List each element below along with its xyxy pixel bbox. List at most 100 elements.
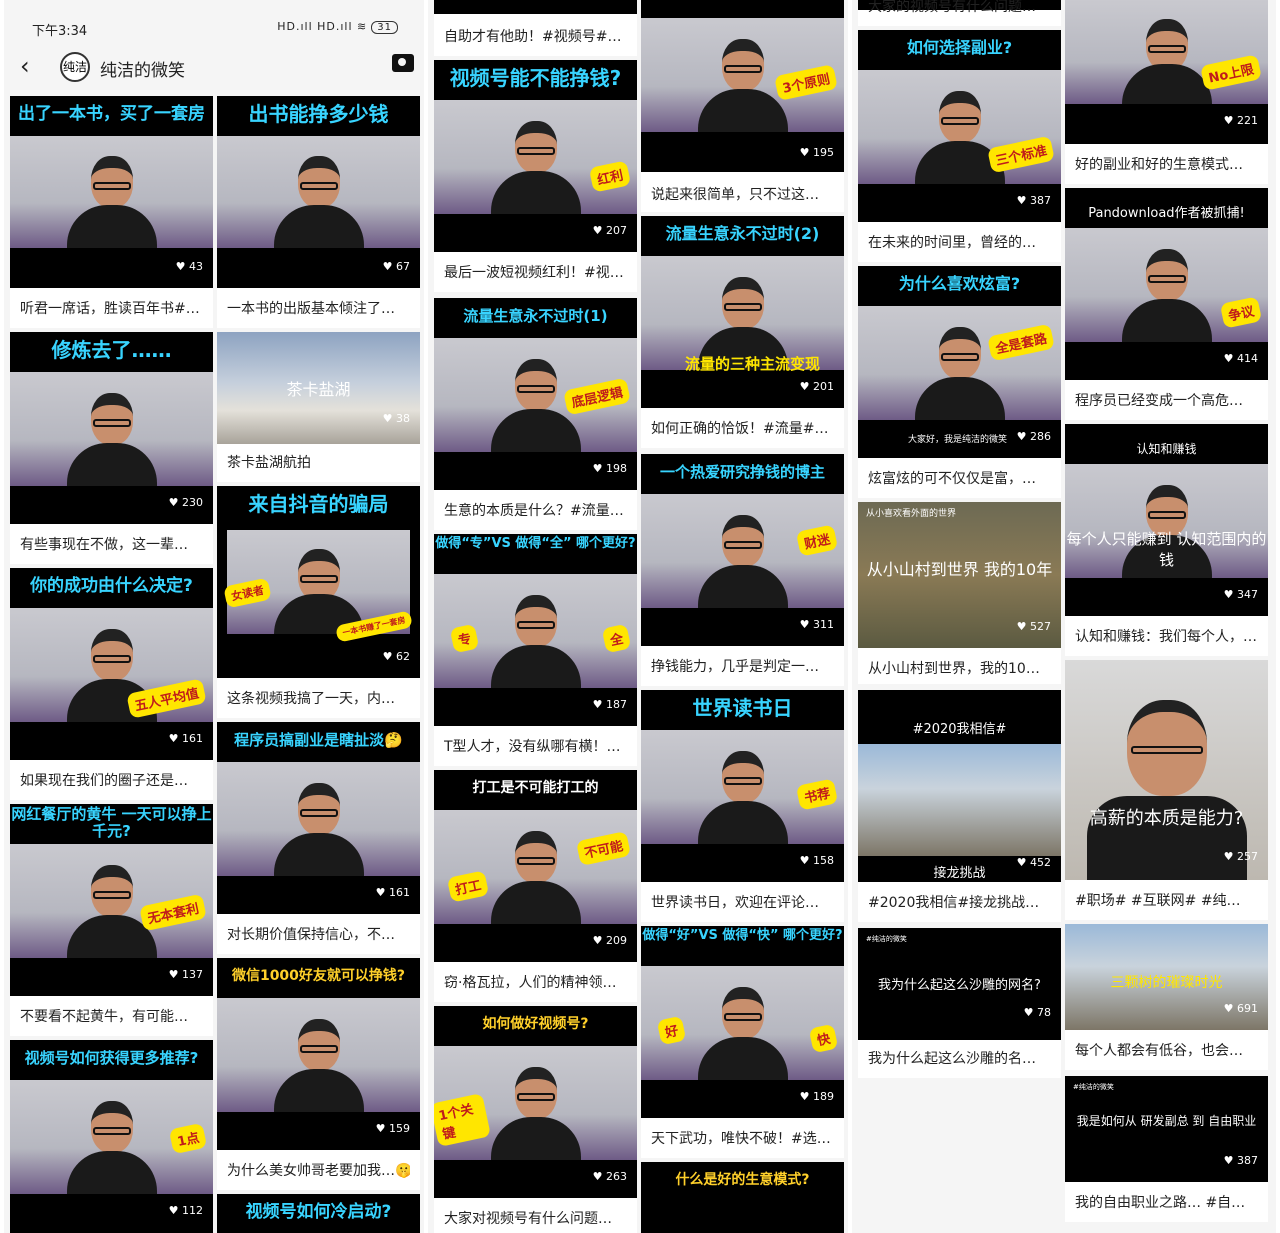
village-photo: [858, 744, 1061, 856]
video-card[interactable]: 做得“专”VS 做得“全” 哪个更好? 专 全 ♥ 187 T型人才，没有纵哪有…: [434, 534, 637, 766]
video-thumbnail: 流量生意永不过时(1) 底层逻辑 ♥ 198: [434, 298, 637, 490]
video-caption: 茶卡盐湖航拍: [227, 455, 311, 471]
like-count: ♥ 161: [168, 732, 203, 745]
video-headline: 来自抖音的骗局: [248, 492, 389, 516]
like-count: ♥ 452: [1016, 856, 1051, 869]
video-caption: 程序员已经变成一个高危…: [1075, 393, 1243, 409]
video-caption: 大家对视频号有什么问题…: [444, 1211, 612, 1227]
like-count-value: 387: [1237, 1154, 1258, 1167]
video-card[interactable]: 从小喜欢看外面的世界 从小山村到世界 我的10年 ♥ 527 从小山村到世界，我…: [858, 502, 1061, 684]
video-headline: 程序员搞副业是瞎扯淡🤔: [234, 731, 403, 749]
video-card[interactable]: 出书能挣多少钱 ♥ 67 一本书的出版基本倾注了…: [217, 96, 420, 328]
video-card[interactable]: 网红餐厅的黄牛 一天可以挣上千元? 无本套利 ♥ 137 不要看不起黄牛，有可能…: [10, 804, 213, 1036]
video-card[interactable]: 微信1000好友就可以挣钱? ♥ 159 为什么美女帅哥老要加我…🤫: [217, 958, 420, 1190]
village-photo: 从小喜欢看外面的世界 从小山村到世界 我的10年 ♥ 527: [858, 502, 1061, 648]
video-caption: #2020我相信#接龙挑战…: [868, 895, 1040, 911]
video-caption: 对长期价值保持信心，不…: [227, 927, 395, 943]
video-thumbnail: 视频号能不能挣钱? 红利 ♥ 207: [434, 60, 637, 252]
video-card[interactable]: 世界读书日 书荐 ♥ 158 世界读书日，欢迎在评论…: [641, 690, 844, 922]
presenter-figure: [490, 1046, 581, 1160]
video-card[interactable]: 自助才有他助！#视频号#…: [434, 0, 637, 56]
like-count: ♥ 137: [168, 968, 203, 981]
video-card[interactable]: 视频号如何获得更多推荐? 1点 ♥ 112: [10, 1040, 213, 1233]
video-card[interactable]: #纯洁的微笑 我是如何从 研发副总 到 自由职业 ♥ 387 我的自由职业之路……: [1065, 1076, 1268, 1222]
video-card[interactable]: 三颗树的璀璨时光 ♥ 691 每个人都会有低谷，也会…: [1065, 924, 1268, 1070]
video-card[interactable]: 流量生意永不过时(2) 流量的三种主流变现 ♥ 201 如何正确的恰饭！#流量#…: [641, 216, 844, 448]
video-card[interactable]: No上限 ♥ 221 好的副业和好的生意模式…: [1065, 0, 1268, 184]
video-card[interactable]: #2020我相信# 接龙挑战 ♥ 452 #2020我相信#接龙挑战…: [858, 690, 1061, 922]
video-card[interactable]: 出了一本书，买了一套房 ♥ 43 听君一席话，胜读百年书#…: [10, 96, 213, 328]
video-thumbnail: 程序员搞副业是瞎扯淡🤔 ♥ 161: [217, 722, 420, 914]
video-card[interactable]: 如何选择副业? 三个标准 ♥ 387 在未来的时间里，曾经的…: [858, 30, 1061, 262]
like-count: ♥ 159: [375, 1122, 410, 1135]
video-card[interactable]: 视频号如何冷启动?: [217, 1194, 420, 1233]
video-card[interactable]: 流量生意永不过时(1) 底层逻辑 ♥ 198 生意的本质是什么？#流量…: [434, 298, 637, 530]
video-card[interactable]: 打工是不可能打工的 不可能 打工 ♥ 209 窃·格瓦拉，人们的精神领…: [434, 770, 637, 1002]
camera-icon[interactable]: [392, 54, 414, 72]
like-count-value: 527: [1030, 620, 1051, 633]
sticker-label: 流量的三种主流变现: [684, 355, 820, 373]
video-card[interactable]: 茶卡盐湖 ♥ 38 茶卡盐湖航拍: [217, 332, 420, 482]
video-card[interactable]: 如何做好视频号? 1个关键 ♥ 263 大家对视频号有什么问题…: [434, 1006, 637, 1233]
video-headline: 网红餐厅的黄牛 一天可以挣上千元?: [11, 805, 212, 840]
video-thumbnail: 认知和赚钱 每个人只能赚到 认知范围内的钱 ♥ 347: [1065, 424, 1268, 616]
video-headline: 你的成功由什么决定?: [30, 576, 193, 596]
presenter-body: [697, 800, 788, 844]
like-count-value: 414: [1237, 352, 1258, 365]
video-card[interactable]: 来自抖音的骗局 女读者 一本书赚了一套房 ♥ 62 这条视频我搞了一天，内…: [217, 486, 420, 718]
video-card[interactable]: #纯洁的微笑 我为什么起这么沙雕的网名? ♥ 78 我为什么起这么沙雕的名…: [858, 928, 1061, 1078]
presenter-body: [273, 1068, 364, 1112]
like-count-value: 209: [606, 934, 627, 947]
battery-icon: 31: [371, 21, 398, 34]
presenter-figure: [490, 574, 581, 688]
back-icon[interactable]: ‹: [20, 52, 30, 80]
video-headline: 修炼去了……: [51, 338, 172, 362]
presenter-figure: [697, 18, 788, 132]
video-headline: 视频号能不能挣钱?: [449, 66, 622, 90]
video-card[interactable]: 做得“好”VS 做得“快” 哪个更好? 好 快 ♥ 189 天下武功，唯快不破！…: [641, 926, 844, 1158]
avatar[interactable]: 纯洁: [60, 52, 90, 82]
video-card[interactable]: 大家的视频号有什么问题…: [858, 0, 1061, 26]
presenter-body: [697, 1036, 788, 1080]
like-count: ♥ 161: [375, 886, 410, 899]
video-thumbnail: #纯洁的微笑 我是如何从 研发副总 到 自由职业 ♥ 387: [1065, 1076, 1268, 1182]
video-card[interactable]: 修炼去了…… ♥ 230 有些事现在不做，这一辈…: [10, 332, 213, 564]
video-headline: 视频号如何冷启动?: [245, 1202, 392, 1222]
glasses-icon: [92, 654, 131, 663]
video-card[interactable]: 你的成功由什么决定? 五人平均值 ♥ 161 如果现在我们的圈子还是…: [10, 568, 213, 800]
video-card[interactable]: 程序员搞副业是瞎扯淡🤔 ♥ 161 对长期价值保持信心，不…: [217, 722, 420, 954]
scene-title: 茶卡盐湖: [286, 380, 351, 399]
video-card[interactable]: 认知和赚钱 每个人只能赚到 认知范围内的钱 ♥ 347 认知和赚钱：我们每个人，…: [1065, 424, 1268, 656]
status-bar: 下午3:34 HD.ıll HD.ıll ≋ 31: [4, 0, 424, 46]
scene-title: 我是如何从 研发副总 到 自由职业: [1076, 1114, 1257, 1128]
video-card[interactable]: 什么是好的生意模式?: [641, 1162, 844, 1233]
video-card[interactable]: 视频号能不能挣钱? 红利 ♥ 207 最后一波短视频红利！#视…: [434, 60, 637, 292]
video-card[interactable]: 为什么喜欢炫富? 全是套路 大家好，我是纯洁的微笑 ♥ 286 炫富炫的可不仅仅…: [858, 266, 1061, 498]
video-thumbnail: 视频号如何获得更多推荐? 1点 ♥ 112: [10, 1040, 213, 1233]
presenter-body: [490, 644, 581, 688]
scene-title: 三颗树的璀璨时光: [1110, 975, 1223, 991]
video-thumbnail: 网红餐厅的黄牛 一天可以挣上千元? 无本套利 ♥ 137: [10, 804, 213, 996]
glasses-icon: [92, 890, 131, 899]
video-headline: 做得“专”VS 做得“全” 哪个更好?: [435, 536, 636, 551]
video-thumbnail: 修炼去了…… ♥ 230: [10, 332, 213, 524]
video-thumbnail: 如何选择副业? 三个标准 ♥ 387: [858, 30, 1061, 222]
like-count-value: 38: [396, 412, 410, 425]
glasses-icon: [516, 384, 555, 393]
video-thumbnail: 什么是好的生意模式?: [641, 1162, 844, 1233]
video-card[interactable]: Pandownload作者被抓捕! 争议 ♥ 414 程序员已经变成一个高危…: [1065, 188, 1268, 420]
glasses-icon: [516, 146, 555, 155]
video-caption: 每个人都会有低谷，也会…: [1075, 1043, 1243, 1059]
video-card[interactable]: 高薪的本质是能力? ♥ 257 #职场# #互联网# #纯…: [1065, 660, 1268, 920]
like-count-value: 158: [813, 854, 834, 867]
like-count-value: 187: [606, 698, 627, 711]
presenter-photo: [217, 762, 420, 876]
like-count: ♥ 189: [799, 1090, 834, 1103]
video-card[interactable]: 3个原则 ♥ 195 说起来很简单，只不过这…: [641, 0, 844, 212]
presenter-figure: [66, 136, 157, 248]
video-card[interactable]: 一个热爱研究挣钱的博主 财迷 ♥ 311 挣钱能力，几乎是判定一…: [641, 454, 844, 686]
scene-title: 从小山村到世界 我的10年: [866, 560, 1053, 579]
glasses-icon: [723, 1012, 762, 1021]
video-thumbnail: 一个热爱研究挣钱的博主 财迷 ♥ 311: [641, 454, 844, 646]
glasses-icon: [940, 116, 979, 125]
